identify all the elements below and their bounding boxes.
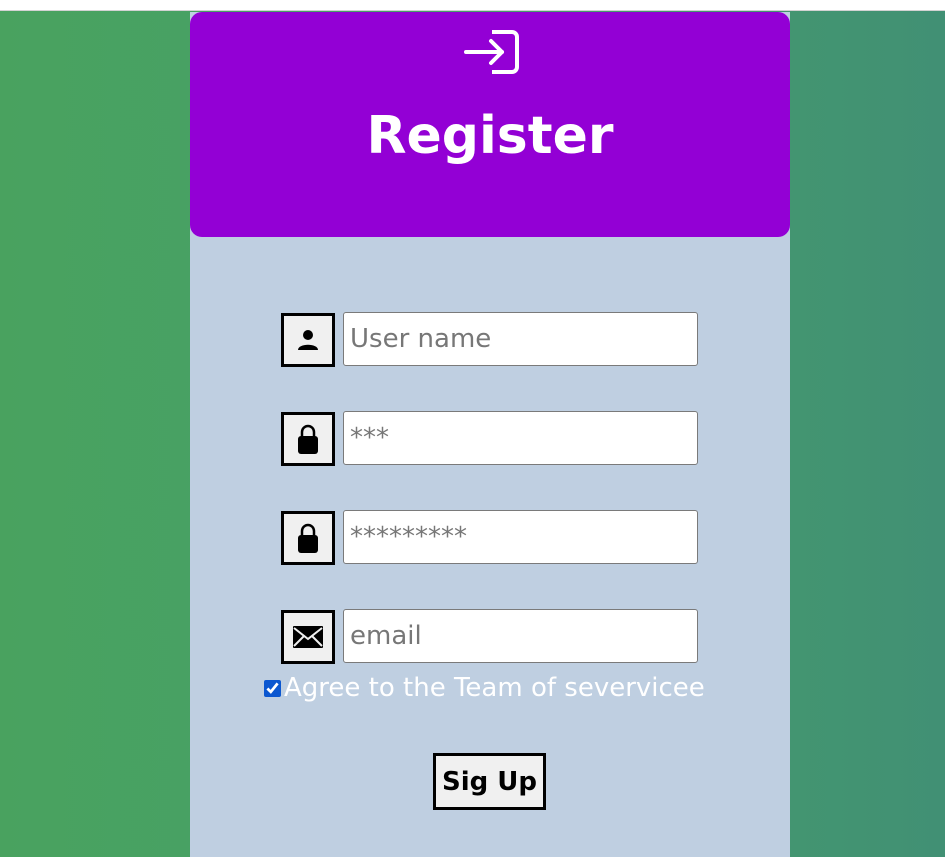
user-icon <box>281 313 335 367</box>
email-field[interactable] <box>343 609 698 663</box>
top-border <box>0 0 945 11</box>
lock-icon <box>281 412 335 466</box>
agree-checkbox[interactable] <box>264 679 281 697</box>
register-header: Register <box>190 12 790 237</box>
agree-row: Agree to the Team of severvicee <box>264 670 705 706</box>
username-field[interactable] <box>343 312 698 366</box>
register-card: Register User name *** ********* email A… <box>190 12 790 857</box>
confirm-password-field[interactable] <box>343 510 698 564</box>
lock-icon <box>281 511 335 565</box>
login-icon <box>464 30 519 74</box>
envelope-icon <box>281 610 335 664</box>
agree-label: Agree to the Team of severvicee <box>284 673 705 703</box>
page-title: Register <box>366 106 614 166</box>
sign-up-button[interactable]: Sig Up <box>433 753 546 810</box>
password-field[interactable] <box>343 411 698 465</box>
